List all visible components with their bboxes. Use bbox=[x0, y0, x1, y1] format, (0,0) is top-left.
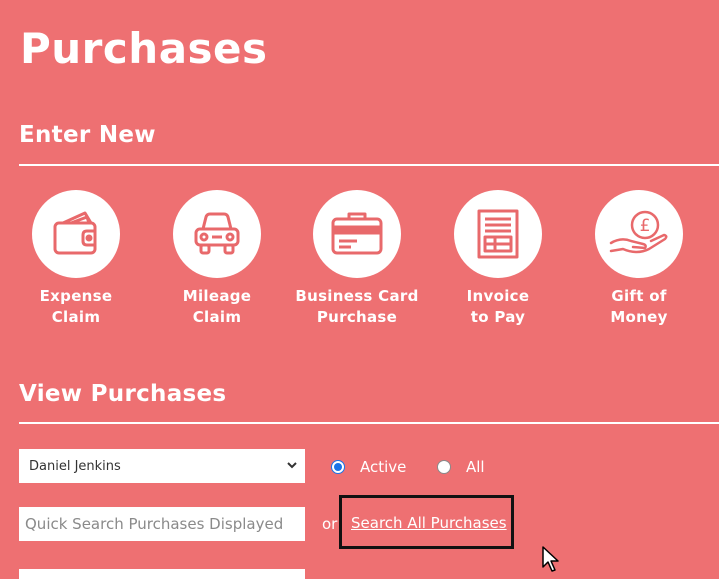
gift-of-money-label: Gift of Money bbox=[610, 287, 668, 326]
enter-new-tiles: Expense Claim Mileage Claim Business Car… bbox=[0, 190, 719, 330]
briefcase-icon bbox=[313, 190, 401, 278]
expense-claim-label: Expense Claim bbox=[39, 287, 113, 326]
gift-of-money-tile[interactable]: £ Gift of Money bbox=[574, 190, 704, 328]
active-radio-button[interactable] bbox=[331, 460, 345, 474]
search-all-purchases-link[interactable]: Search All Purchases bbox=[351, 514, 507, 532]
business-card-purchase-tile[interactable]: Business Card Purchase bbox=[292, 190, 422, 328]
invoice-to-pay-tile[interactable]: Invoice to Pay bbox=[433, 190, 563, 328]
expense-claim-tile[interactable]: Expense Claim bbox=[11, 190, 141, 328]
person-select-value: Daniel Jenkins bbox=[29, 458, 121, 474]
bottom-field bbox=[19, 569, 305, 579]
all-radio-label: All bbox=[466, 458, 485, 476]
quick-search-input[interactable] bbox=[19, 507, 305, 541]
mileage-claim-tile[interactable]: Mileage Claim bbox=[152, 190, 282, 328]
wallet-icon bbox=[32, 190, 120, 278]
svg-text:£: £ bbox=[640, 216, 651, 236]
invoice-icon bbox=[454, 190, 542, 278]
enter-new-divider bbox=[19, 164, 719, 166]
view-purchases-heading: View Purchases bbox=[19, 381, 227, 407]
person-select[interactable]: Daniel Jenkins bbox=[19, 449, 305, 483]
car-icon bbox=[173, 190, 261, 278]
filter-active-radio[interactable]: Active bbox=[331, 458, 406, 476]
active-radio-label: Active bbox=[360, 458, 407, 476]
view-purchases-divider bbox=[19, 422, 719, 424]
pound-coin-hand-icon: £ bbox=[595, 190, 683, 278]
page-title: Purchases bbox=[20, 24, 268, 73]
mileage-claim-label: Mileage Claim bbox=[182, 287, 252, 326]
or-text: or bbox=[322, 515, 338, 533]
invoice-to-pay-label: Invoice to Pay bbox=[466, 287, 530, 326]
chevron-down-icon bbox=[287, 462, 297, 469]
mouse-pointer-icon bbox=[542, 546, 559, 572]
enter-new-heading: Enter New bbox=[19, 122, 156, 148]
business-card-purchase-label: Business Card Purchase bbox=[295, 287, 419, 326]
all-radio-button[interactable] bbox=[437, 460, 451, 474]
filter-all-radio[interactable]: All bbox=[437, 458, 485, 476]
